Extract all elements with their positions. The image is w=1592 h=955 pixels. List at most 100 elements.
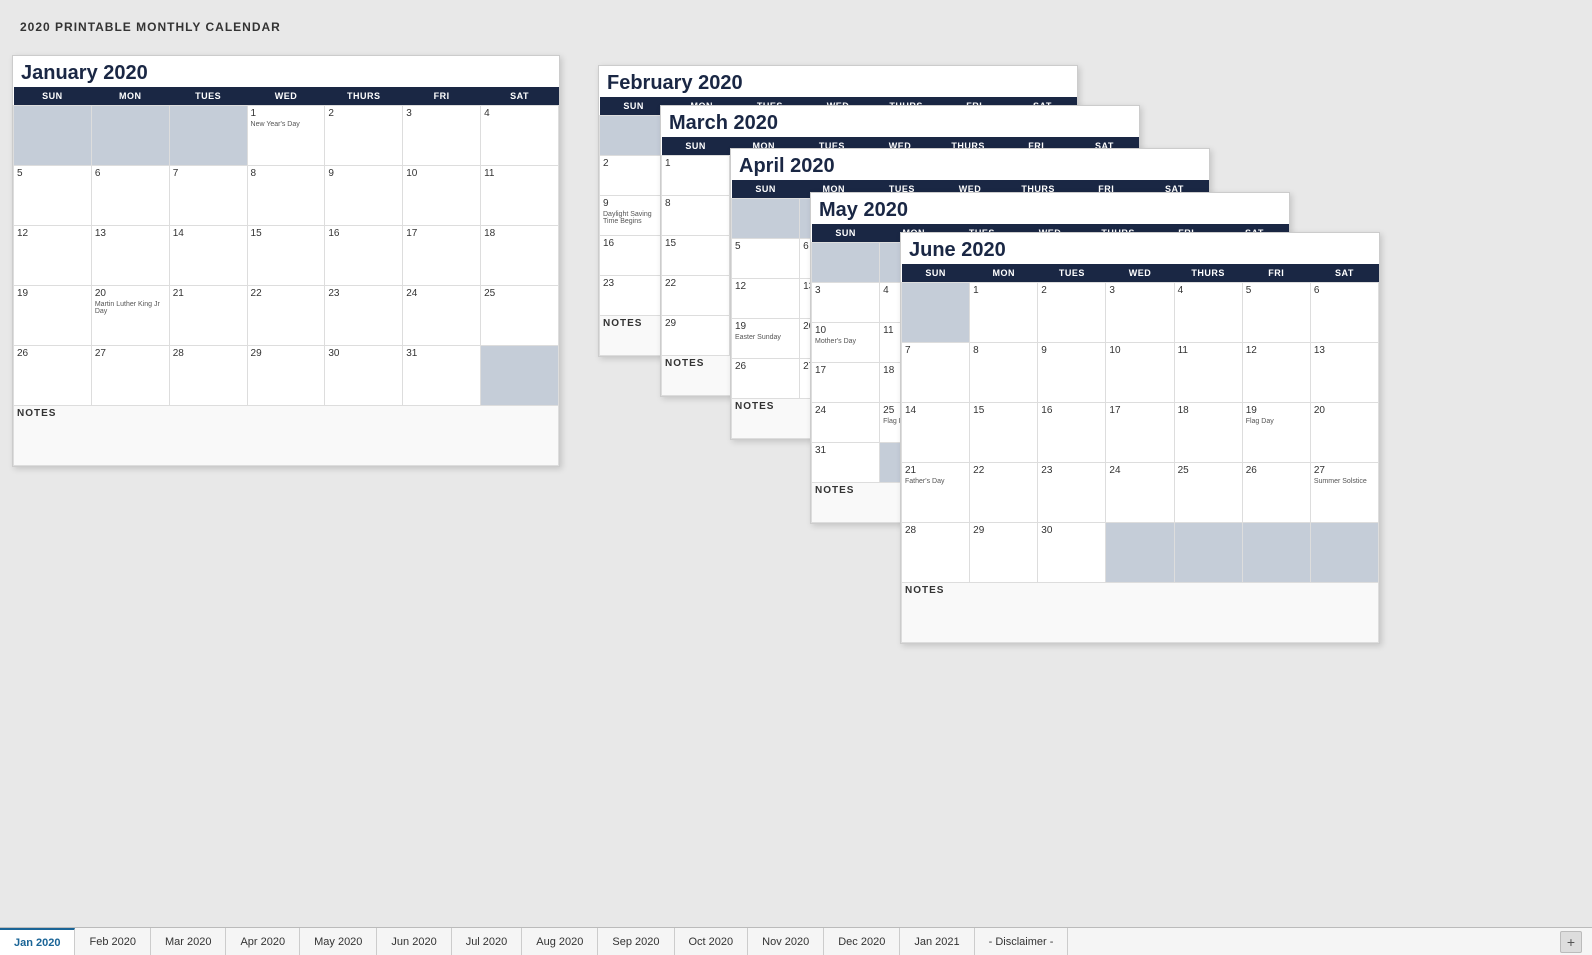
col-sun: SUN (732, 180, 800, 199)
day-cell: 12 (732, 279, 800, 319)
day-cell: 8 (247, 166, 325, 226)
day-cell: 1 (662, 156, 730, 196)
notes-label: NOTES (14, 406, 559, 466)
day-cell: 16 (325, 226, 403, 286)
day-cell: 15 (970, 403, 1038, 463)
day-cell: 10Mother's Day (812, 323, 880, 363)
day-cell (600, 116, 668, 156)
day-cell: 20 (1310, 403, 1378, 463)
day-cell: 21Father's Day (902, 463, 970, 523)
day-cell: 13 (91, 226, 169, 286)
day-cell: 19Easter Sunday (732, 319, 800, 359)
day-cell: 12 (1242, 343, 1310, 403)
day-cell: 12 (14, 226, 92, 286)
day-cell: 27 (91, 346, 169, 406)
tab-feb-2020[interactable]: Feb 2020 (75, 928, 150, 955)
tab-disclaimer[interactable]: - Disclaimer - (975, 928, 1069, 955)
day-cell: 24 (1106, 463, 1174, 523)
day-cell: 2 (1038, 283, 1106, 343)
day-cell: 13 (1310, 343, 1378, 403)
tab-dec-2020[interactable]: Dec 2020 (824, 928, 900, 955)
col-sun: SUN (812, 224, 880, 243)
day-cell: 3 (403, 106, 481, 166)
tab-oct-2020[interactable]: Oct 2020 (675, 928, 749, 955)
col-fri: FRI (1242, 264, 1310, 283)
day-cell: 23 (325, 286, 403, 346)
calendar-june: June 2020 SUN MON TUES WED THURS FRI SAT… (900, 232, 1380, 644)
day-cell: 4 (481, 106, 559, 166)
day-cell: 15 (662, 236, 730, 276)
tab-jun-2020[interactable]: Jun 2020 (377, 928, 451, 955)
march-title: March 2020 (661, 106, 1139, 137)
day-cell: 18 (1174, 403, 1242, 463)
col-thurs: THURS (325, 87, 403, 106)
col-wed: WED (1106, 264, 1174, 283)
day-cell: 1New Year's Day (247, 106, 325, 166)
col-mon: MON (970, 264, 1038, 283)
table-row: 12 13 14 15 16 17 18 (14, 226, 559, 286)
day-cell: 22 (662, 276, 730, 316)
january-title: January 2020 (13, 56, 559, 87)
tab-may-2020[interactable]: May 2020 (300, 928, 377, 955)
day-cell: 5 (732, 239, 800, 279)
day-cell: 16 (600, 236, 668, 276)
notes-row: NOTES (14, 406, 559, 466)
day-cell: 29 (970, 523, 1038, 583)
add-tab-button[interactable]: + (1560, 931, 1582, 953)
notes-label: NOTES (902, 583, 1379, 643)
day-cell: 17 (1106, 403, 1174, 463)
tab-bar: Jan 2020 Feb 2020 Mar 2020 Apr 2020 May … (0, 927, 1592, 955)
table-row: 7 8 9 10 11 12 13 (902, 343, 1379, 403)
day-cell: 29 (247, 346, 325, 406)
tab-jan-2020[interactable]: Jan 2020 (0, 928, 75, 955)
day-cell: 19 (14, 286, 92, 346)
day-cell (812, 243, 880, 283)
tab-apr-2020[interactable]: Apr 2020 (226, 928, 300, 955)
col-mon: MON (91, 87, 169, 106)
june-table: SUN MON TUES WED THURS FRI SAT 1 2 3 4 5 (901, 264, 1379, 643)
day-cell: 26 (14, 346, 92, 406)
day-cell: 5 (14, 166, 92, 226)
june-title: June 2020 (901, 233, 1379, 264)
day-cell: 3 (812, 283, 880, 323)
day-cell: 14 (169, 226, 247, 286)
col-sat: SAT (1310, 264, 1378, 283)
table-row: 5 6 7 8 9 10 11 (14, 166, 559, 226)
tab-jul-2020[interactable]: Jul 2020 (452, 928, 523, 955)
day-cell (902, 283, 970, 343)
day-cell: 19Flag Day (1242, 403, 1310, 463)
day-cell: 24 (403, 286, 481, 346)
day-cell: 3 (1106, 283, 1174, 343)
day-cell: 7 (902, 343, 970, 403)
day-cell (732, 199, 800, 239)
tab-sep-2020[interactable]: Sep 2020 (598, 928, 674, 955)
day-cell: 25 (1174, 463, 1242, 523)
day-cell (481, 346, 559, 406)
table-row: 21Father's Day 22 23 24 25 26 27Summer S… (902, 463, 1379, 523)
main-area: 2020 PRINTABLE MONTHLY CALENDAR January … (0, 0, 1592, 927)
day-cell: 23 (600, 276, 668, 316)
col-wed: WED (247, 87, 325, 106)
day-cell (1310, 523, 1378, 583)
day-cell: 10 (1106, 343, 1174, 403)
day-cell: 23 (1038, 463, 1106, 523)
page-title: 2020 PRINTABLE MONTHLY CALENDAR (20, 20, 1572, 34)
tab-nov-2020[interactable]: Nov 2020 (748, 928, 824, 955)
col-sun: SUN (662, 137, 730, 156)
tab-aug-2020[interactable]: Aug 2020 (522, 928, 598, 955)
day-cell: 24 (812, 403, 880, 443)
col-sun: SUN (600, 97, 668, 116)
day-cell: 31 (403, 346, 481, 406)
day-cell (169, 106, 247, 166)
day-cell: 4 (1174, 283, 1242, 343)
calendar-january: January 2020 SUN MON TUES WED THURS FRI … (12, 55, 560, 467)
tab-mar-2020[interactable]: Mar 2020 (151, 928, 226, 955)
tab-jan-2021[interactable]: Jan 2021 (900, 928, 974, 955)
february-title: February 2020 (599, 66, 1077, 97)
notes-row: NOTES (902, 583, 1379, 643)
day-cell: 31 (812, 443, 880, 483)
april-title: April 2020 (731, 149, 1209, 180)
day-cell: 17 (812, 363, 880, 403)
day-cell: 17 (403, 226, 481, 286)
day-cell: 22 (970, 463, 1038, 523)
